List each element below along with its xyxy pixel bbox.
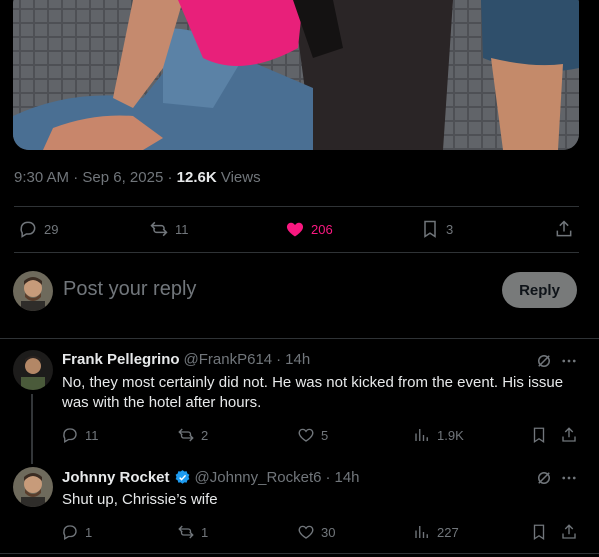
thread-connector (31, 394, 33, 464)
separator: · (276, 351, 282, 368)
bookmark-icon[interactable] (530, 426, 548, 444)
bookmark-button[interactable]: 3 (420, 219, 453, 239)
repost-button[interactable]: 1 (177, 523, 208, 541)
more-icon[interactable] (560, 352, 578, 370)
separator: · (163, 169, 177, 186)
like-button[interactable]: 206 (285, 219, 333, 239)
reply-time[interactable]: 14h (285, 351, 310, 368)
composer-avatar[interactable] (13, 271, 53, 311)
divider (14, 252, 579, 253)
post-date[interactable]: Sep 6, 2025 (82, 169, 163, 186)
repost-count: 2 (201, 427, 209, 443)
views-count: 12.6K (176, 169, 217, 186)
like-icon (297, 523, 315, 541)
bookmark-icon[interactable] (530, 523, 548, 541)
views-count: 227 (437, 524, 459, 540)
share-icon (554, 219, 574, 239)
views-count: 1.9K (437, 427, 464, 443)
reply-button[interactable]: 29 (18, 219, 58, 239)
repost-count: 1 (201, 524, 209, 540)
verified-badge-icon (174, 469, 191, 486)
author-name[interactable]: Frank Pellegrino (62, 351, 180, 368)
reply-icon (61, 523, 79, 541)
separator: · (325, 469, 331, 486)
bookmark-count: 3 (446, 221, 454, 237)
reply-count: 29 (44, 221, 59, 237)
reply-avatar[interactable] (13, 350, 53, 390)
repost-icon (177, 523, 195, 541)
views-icon (413, 523, 431, 541)
more-icon[interactable] (560, 469, 578, 487)
like-count: 5 (321, 427, 329, 443)
grok-icon[interactable] (535, 352, 553, 370)
views-button[interactable]: 1.9K (413, 426, 464, 444)
separator: · (69, 169, 83, 186)
post-time[interactable]: 9:30 AM (14, 169, 69, 186)
like-count: 206 (311, 221, 333, 237)
like-button[interactable]: 5 (297, 426, 328, 444)
repost-icon (177, 426, 195, 444)
reply-text: No, they most certainly did not. He was … (62, 374, 564, 411)
repost-icon (149, 219, 169, 239)
views-label: Views (216, 169, 261, 186)
reply-button[interactable]: 11 (61, 426, 99, 444)
divider (0, 338, 599, 339)
repost-count: 11 (175, 221, 189, 237)
reply-header: Frank Pellegrino @FrankP614 · 14h (62, 351, 310, 368)
like-icon (297, 426, 315, 444)
author-handle[interactable]: @FrankP614 (184, 351, 273, 368)
author-handle[interactable]: @Johnny_Rocket6 (195, 469, 322, 486)
repost-button[interactable]: 2 (177, 426, 208, 444)
reply-header: Johnny Rocket @Johnny_Rocket6 · 14h (62, 469, 360, 486)
reply-avatar[interactable] (13, 467, 53, 507)
reply-icon (18, 219, 38, 239)
like-count: 30 (321, 524, 336, 540)
reply-submit-button[interactable]: Reply (502, 272, 577, 308)
bookmark-icon (420, 219, 440, 239)
divider (0, 553, 599, 554)
reply-icon (61, 426, 79, 444)
share-icon[interactable] (560, 523, 578, 541)
reply-button[interactable]: 1 (61, 523, 92, 541)
author-name[interactable]: Johnny Rocket (62, 469, 170, 486)
reply-text: Shut up, Chrissie’s wife (62, 491, 218, 508)
divider (14, 206, 579, 207)
views-button[interactable]: 227 (413, 523, 459, 541)
share-icon[interactable] (560, 426, 578, 444)
share-button[interactable] (554, 219, 574, 239)
like-icon (285, 219, 305, 239)
reply-time[interactable]: 14h (335, 469, 360, 486)
views-icon (413, 426, 431, 444)
post-image[interactable] (13, 0, 579, 150)
post-meta: 9:30 AM · Sep 6, 2025 · 12.6K Views (14, 169, 261, 186)
like-button[interactable]: 30 (297, 523, 335, 541)
reply-input[interactable]: Post your reply (63, 278, 196, 301)
reply-count: 11 (85, 427, 99, 443)
reply-count: 1 (85, 524, 93, 540)
repost-button[interactable]: 11 (149, 219, 189, 239)
grok-icon[interactable] (535, 469, 553, 487)
